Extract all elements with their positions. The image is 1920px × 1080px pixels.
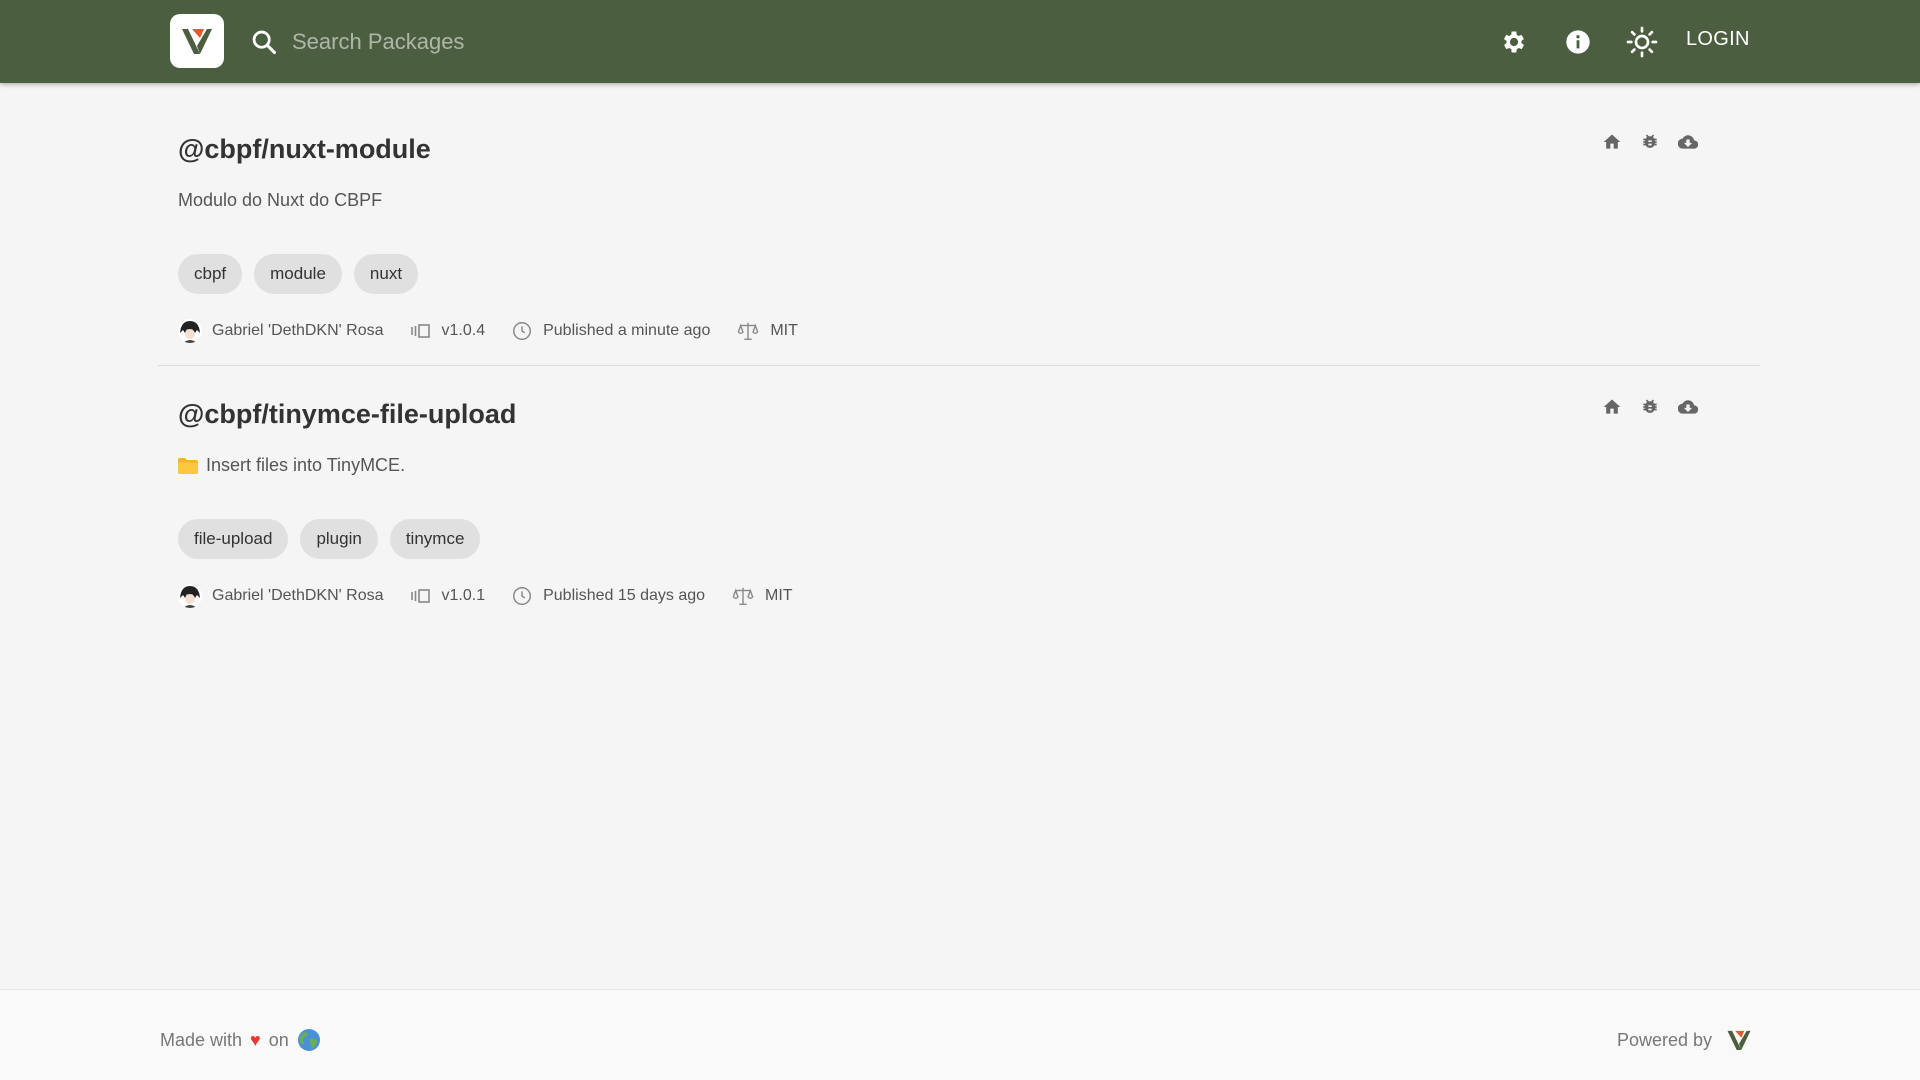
version: v1.0.1	[410, 587, 486, 605]
license-label: MIT	[765, 587, 793, 604]
license: MIT	[731, 585, 793, 607]
license-label: MIT	[770, 322, 798, 339]
version-label: v1.0.4	[441, 322, 486, 339]
powered-by: Powered by	[1617, 1028, 1752, 1052]
search-input[interactable]	[292, 29, 812, 55]
globe-icon[interactable]	[297, 1028, 321, 1052]
package-description: Modulo do Nuxt do CBPF	[178, 190, 383, 210]
footer: Made with ♥ on Powered by	[0, 989, 1920, 1080]
version-label: v1.0.1	[441, 587, 486, 604]
clock-icon	[513, 587, 532, 605]
tag-chip[interactable]: plugin	[300, 519, 378, 559]
version: v1.0.4	[410, 322, 486, 340]
homepage-home-icon[interactable]	[1602, 132, 1622, 152]
info-icon[interactable]	[1562, 26, 1594, 58]
published-time: Published a minute ago	[511, 320, 710, 342]
made-with-text: Made with	[160, 1029, 243, 1050]
license-scale-icon	[737, 322, 759, 340]
clock-icon	[513, 322, 532, 340]
verdaccio-logo[interactable]	[170, 14, 224, 68]
published-label: Published 15 days ago	[543, 587, 706, 604]
homepage-home-icon[interactable]	[1602, 397, 1622, 417]
package-description: Insert files into TinyMCE.	[178, 455, 405, 476]
folder-icon	[178, 457, 198, 474]
version-icon	[410, 589, 430, 603]
tag-chip[interactable]: nuxt	[353, 254, 419, 294]
author-name: Gabriel 'DethDKN' Rosa	[212, 587, 384, 604]
license: MIT	[736, 320, 798, 342]
tag-chip[interactable]: file-upload	[178, 519, 289, 559]
author: Gabriel 'DethDKN' Rosa	[178, 319, 384, 343]
settings-gear-icon[interactable]	[1498, 26, 1530, 58]
package-name[interactable]: @cbpf/nuxt-module	[178, 134, 431, 165]
tag-chip[interactable]: tinymce	[389, 519, 481, 559]
made-with: Made with ♥ on	[160, 1028, 321, 1052]
verdaccio-footer-logo-icon[interactable]	[1726, 1028, 1752, 1052]
verdaccio-logo-icon	[182, 29, 212, 54]
search-bar	[250, 22, 850, 62]
published-label: Published a minute ago	[543, 322, 711, 339]
package-tags: cbpf module nuxt	[178, 254, 419, 294]
package-description-text: Insert files into TinyMCE.	[206, 455, 406, 475]
package-tags: file-upload plugin tinymce	[178, 519, 481, 559]
download-cloud-icon[interactable]	[1678, 132, 1698, 152]
package-meta: Gabriel 'DethDKN' Rosa v1.0.1 Published …	[178, 583, 819, 609]
license-scale-icon	[732, 587, 754, 605]
version-icon	[410, 324, 430, 338]
package-actions	[1602, 132, 1698, 152]
heart-icon: ♥	[250, 1029, 261, 1050]
author-avatar	[178, 319, 202, 343]
theme-toggle-sun-icon[interactable]	[1626, 26, 1658, 58]
download-cloud-icon[interactable]	[1678, 397, 1698, 417]
package-meta: Gabriel 'DethDKN' Rosa v1.0.4 Published …	[178, 318, 824, 344]
on-text: on	[268, 1029, 289, 1050]
login-button[interactable]: LOGIN	[1686, 28, 1750, 51]
search-icon	[252, 30, 277, 55]
author-avatar	[178, 584, 202, 608]
package-item[interactable]: @cbpf/nuxt-module Modulo do Nuxt do CBPF…	[158, 102, 1760, 366]
author-name: Gabriel 'DethDKN' Rosa	[212, 322, 384, 339]
package-name[interactable]: @cbpf/tinymce-file-upload	[178, 399, 516, 430]
tag-chip[interactable]: module	[254, 254, 342, 294]
package-item[interactable]: @cbpf/tinymce-file-upload Insert files i…	[158, 367, 1760, 631]
author: Gabriel 'DethDKN' Rosa	[178, 584, 384, 608]
tag-chip[interactable]: cbpf	[178, 254, 243, 294]
published-time: Published 15 days ago	[511, 585, 705, 607]
top-app-bar: LOGIN	[0, 0, 1920, 83]
package-actions	[1602, 397, 1698, 417]
bugs-bug-icon[interactable]	[1640, 132, 1660, 152]
powered-by-text: Powered by	[1616, 1029, 1712, 1050]
bugs-bug-icon[interactable]	[1640, 397, 1660, 417]
